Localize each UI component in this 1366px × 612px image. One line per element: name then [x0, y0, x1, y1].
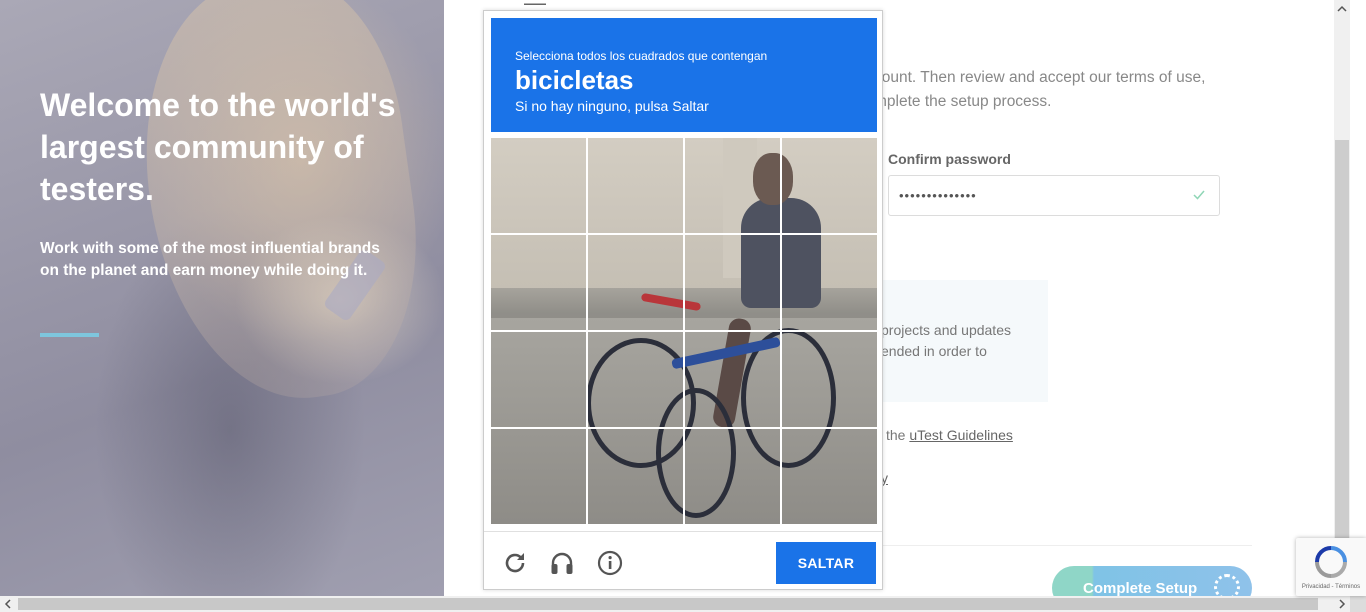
info-text-line-2: ended in order to: [881, 343, 987, 359]
hero-subtitle: Work with some of the most influential b…: [40, 240, 380, 279]
info-box: [874, 280, 1048, 402]
intro-text-line-1: count. Then review and accept our terms …: [874, 69, 1206, 86]
captcha-tile[interactable]: [781, 331, 878, 428]
captcha-skip-hint: Si no hay ninguno, pulsa Saltar: [515, 98, 709, 114]
grid-divider: [491, 427, 877, 429]
vertical-scrollbar[interactable]: [1334, 0, 1350, 596]
captcha-tile[interactable]: [588, 138, 685, 235]
divider: [874, 545, 1252, 546]
scroll-up-arrow-icon[interactable]: [1336, 3, 1348, 15]
captcha-target: bicicletas: [515, 65, 634, 95]
confirm-password-input[interactable]: ••••••••••••••: [888, 175, 1220, 216]
captcha-tile[interactable]: [491, 428, 588, 525]
horizontal-scroll-thumb[interactable]: [18, 598, 1318, 610]
captcha-tile[interactable]: [684, 235, 781, 332]
grid-divider: [491, 330, 877, 332]
captcha-tile[interactable]: [684, 138, 781, 235]
captcha-tile[interactable]: [588, 331, 685, 428]
recaptcha-badge-text: Privacidad - Términos: [1301, 584, 1361, 590]
confirm-password-label: Confirm password: [888, 151, 1011, 167]
horizontal-scrollbar[interactable]: [0, 596, 1350, 612]
captcha-tile[interactable]: [781, 235, 878, 332]
captcha-tile[interactable]: [781, 428, 878, 525]
hero-title: Welcome to the world's largest community…: [40, 87, 396, 207]
captcha-tile[interactable]: [491, 331, 588, 428]
recaptcha-logo-icon: [1315, 546, 1347, 578]
hero-accent-line: [40, 333, 99, 337]
captcha-image-grid: [491, 138, 877, 524]
intro-text-line-2: mplete the setup process.: [874, 93, 1052, 110]
captcha-tile[interactable]: [781, 138, 878, 235]
captcha-tile[interactable]: [588, 428, 685, 525]
recaptcha-badge[interactable]: Privacidad - Términos: [1296, 538, 1366, 596]
guidelines-link[interactable]: uTest Guidelines: [909, 427, 1013, 443]
audio-icon[interactable]: [549, 550, 575, 576]
skip-button[interactable]: SALTAR: [776, 542, 876, 584]
captcha-tile[interactable]: [491, 235, 588, 332]
scroll-right-arrow-icon[interactable]: [1337, 599, 1347, 609]
captcha-tile[interactable]: [588, 235, 685, 332]
info-icon[interactable]: [597, 550, 623, 576]
vertical-scroll-thumb[interactable]: [1335, 140, 1349, 540]
captcha-footer: SALTAR: [484, 531, 882, 590]
guidelines-text: the uTest Guidelines: [886, 427, 1013, 443]
scrollbar-corner: [1350, 596, 1366, 612]
info-text-line-1: projects and updates: [881, 322, 1011, 338]
captcha-tile[interactable]: [684, 331, 781, 428]
grid-divider: [491, 233, 877, 235]
captcha-header: Selecciona todos los cuadrados que conte…: [491, 18, 877, 132]
recaptcha-challenge: Selecciona todos los cuadrados que conte…: [483, 10, 883, 590]
captcha-tile[interactable]: [491, 138, 588, 235]
scroll-left-arrow-icon[interactable]: [3, 599, 13, 609]
complete-setup-label: Complete Setup: [1083, 580, 1198, 597]
captcha-instruction: Selecciona todos los cuadrados que conte…: [515, 49, 768, 63]
reload-icon[interactable]: [502, 550, 528, 576]
hero-panel: Welcome to the world's largest community…: [0, 0, 444, 596]
check-icon: [1193, 190, 1205, 200]
guidelines-prefix: the: [886, 427, 910, 443]
captcha-tile[interactable]: [684, 428, 781, 525]
